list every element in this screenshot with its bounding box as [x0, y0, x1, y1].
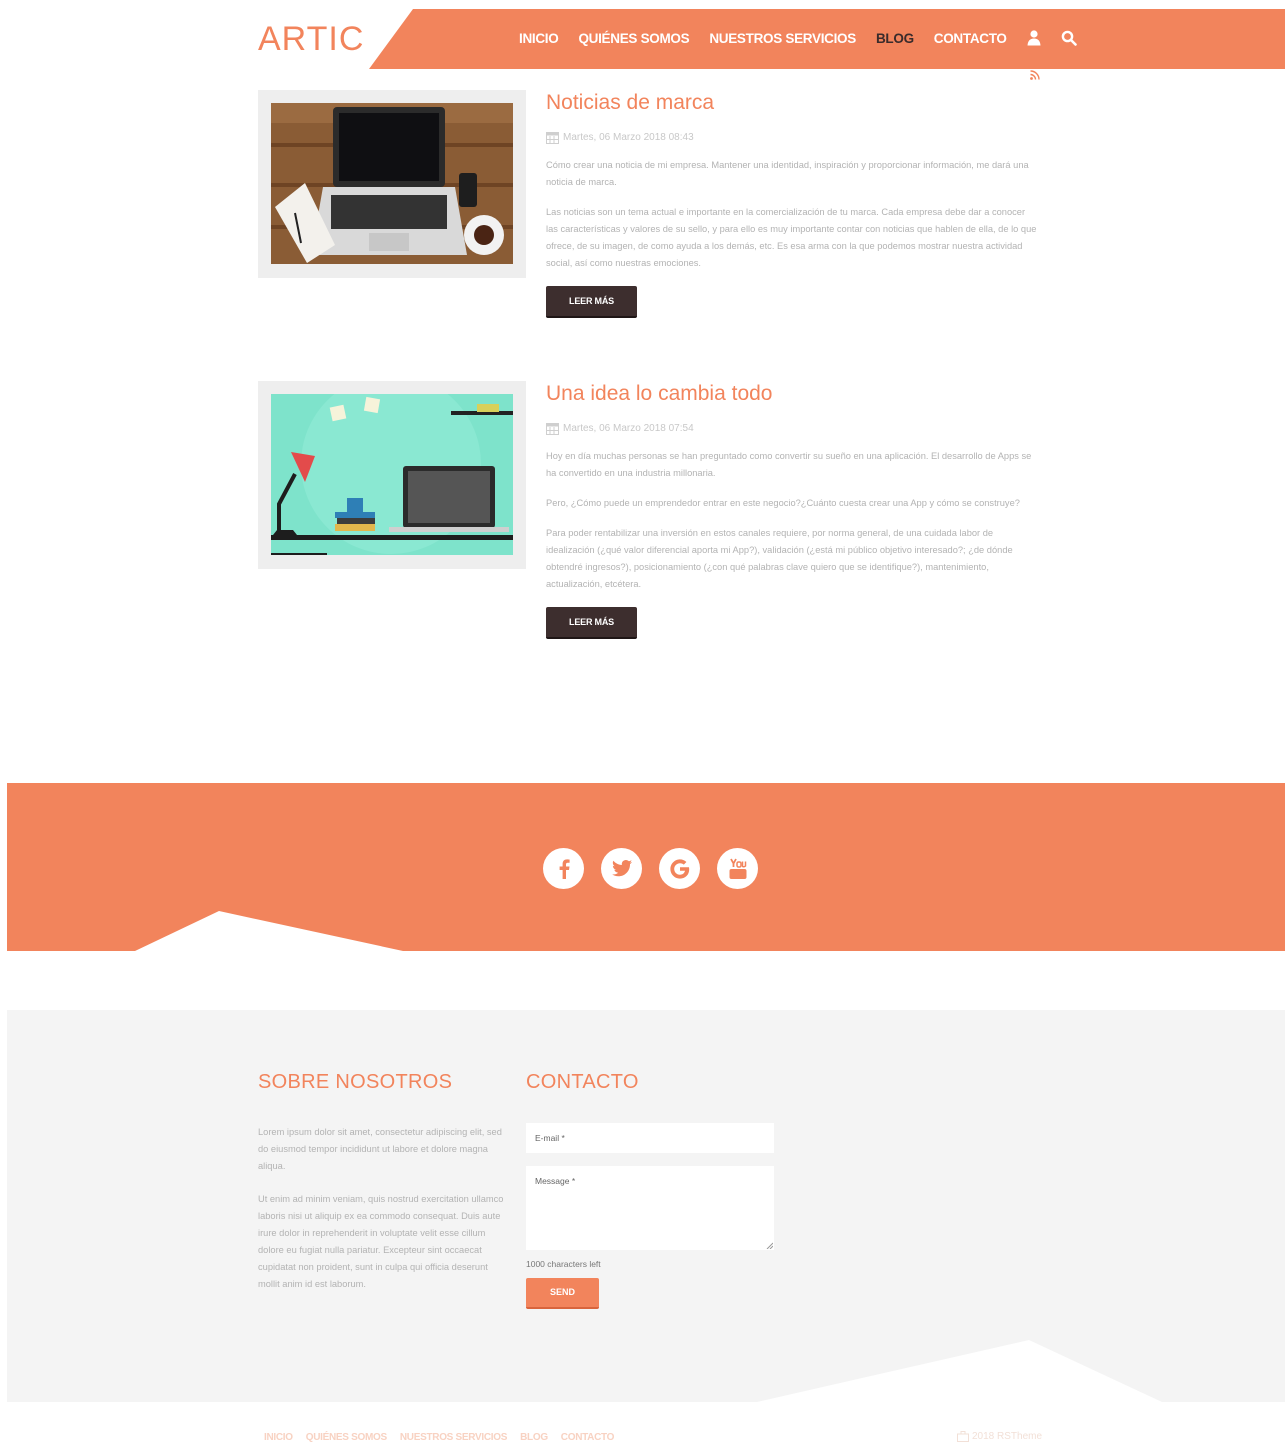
facebook-icon[interactable]	[543, 848, 584, 889]
about-title: SOBRE NOSOTROS	[258, 1071, 453, 1093]
user-icon[interactable]	[1027, 30, 1043, 46]
message-field[interactable]: Message *	[526, 1166, 774, 1250]
footer-nav-contacto[interactable]: CONTACTO	[561, 1432, 615, 1443]
footer-nav-quienes-somos[interactable]: QUIÉNES SOMOS	[306, 1432, 387, 1443]
article-thumbnail-frame[interactable]	[258, 90, 526, 278]
article-date: Martes, 06 Marzo 2018 08:43	[546, 130, 1038, 144]
youtube-icon[interactable]	[717, 848, 758, 889]
article-title[interactable]: Noticias de marca	[546, 90, 1038, 116]
about-text: Lorem ipsum dolor sit amet, consectetur …	[258, 1124, 508, 1309]
article-paragraph: Pero, ¿Cómo puede un emprendedor entrar …	[546, 498, 1020, 508]
footer-nav: INICIO QUIÉNES SOMOS NUESTROS SERVICIOS …	[264, 1432, 614, 1443]
copyright: 2018 RSTheme	[957, 1431, 1042, 1442]
article-paragraph: Para poder rentabilizar una inversión en…	[546, 528, 1013, 589]
article-paragraph: Las noticias son un tema actual e import…	[546, 207, 1037, 268]
footer-nav-blog[interactable]: BLOG	[520, 1432, 548, 1443]
nav-inicio[interactable]: INICIO	[519, 31, 559, 46]
about-paragraph: Ut enim ad minim veniam, quis nostrud ex…	[258, 1194, 504, 1289]
article-paragraph: Hoy en día muchas personas se han pregun…	[546, 451, 1032, 478]
article-body: Una idea lo cambia todo Martes, 06 Marzo…	[546, 381, 1038, 639]
site-logo[interactable]: ARTIC	[258, 20, 364, 59]
rss-icon[interactable]	[1030, 70, 1040, 80]
article-intro: Cómo crear una noticia de mi empresa. Ma…	[546, 157, 1038, 272]
send-button[interactable]: SEND	[526, 1278, 599, 1309]
article-intro: Hoy en día muchas personas se han pregun…	[546, 448, 1038, 593]
article-body: Noticias de marca Martes, 06 Marzo 2018 …	[546, 90, 1038, 318]
nav-blog[interactable]: BLOG	[876, 31, 914, 46]
article-image-desk-lamp[interactable]	[271, 394, 513, 555]
search-icon[interactable]	[1061, 30, 1077, 46]
main-nav: INICIO QUIÉNES SOMOS NUESTROS SERVICIOS …	[519, 30, 1095, 46]
site-header: ARTIC INICIO QUIÉNES SOMOS NUESTROS SERV…	[0, 0, 1285, 80]
contact-title: CONTACTO	[526, 1071, 639, 1093]
calendar-icon	[546, 422, 559, 435]
footer-nav-nuestros-servicios[interactable]: NUESTROS SERVICIOS	[400, 1432, 508, 1443]
footer-nav-inicio[interactable]: INICIO	[264, 1432, 293, 1443]
copyright-text: 2018 RSTheme	[972, 1431, 1043, 1442]
copyright-icon	[957, 1431, 969, 1442]
article-thumbnail-frame[interactable]	[258, 381, 526, 569]
about-paragraph: Lorem ipsum dolor sit amet, consectetur …	[258, 1127, 502, 1171]
footer-wave	[757, 1340, 1162, 1402]
social-icons	[543, 848, 758, 889]
article-date-text: Martes, 06 Marzo 2018 08:43	[563, 131, 694, 143]
email-field[interactable]: E-mail *	[526, 1123, 774, 1153]
twitter-icon[interactable]	[601, 848, 642, 889]
resize-handle-icon[interactable]	[766, 1242, 773, 1249]
read-more-button[interactable]: LEER MÁS	[546, 286, 637, 318]
nav-contacto[interactable]: CONTACTO	[934, 31, 1007, 46]
read-more-button[interactable]: LEER MÁS	[546, 607, 637, 639]
article-date: Martes, 06 Marzo 2018 07:54	[546, 421, 1038, 435]
google-icon[interactable]	[659, 848, 700, 889]
article-image-laptop-desk[interactable]	[271, 103, 513, 264]
nav-quienes-somos[interactable]: QUIÉNES SOMOS	[578, 31, 689, 46]
nav-nuestros-servicios[interactable]: NUESTROS SERVICIOS	[709, 31, 856, 46]
article-title[interactable]: Una idea lo cambia todo	[546, 381, 1038, 407]
article-paragraph: Cómo crear una noticia de mi empresa. Ma…	[546, 160, 1029, 187]
characters-left-counter: 1000 characters left	[526, 1259, 601, 1269]
article-date-text: Martes, 06 Marzo 2018 07:54	[563, 422, 694, 434]
calendar-icon	[546, 131, 559, 144]
